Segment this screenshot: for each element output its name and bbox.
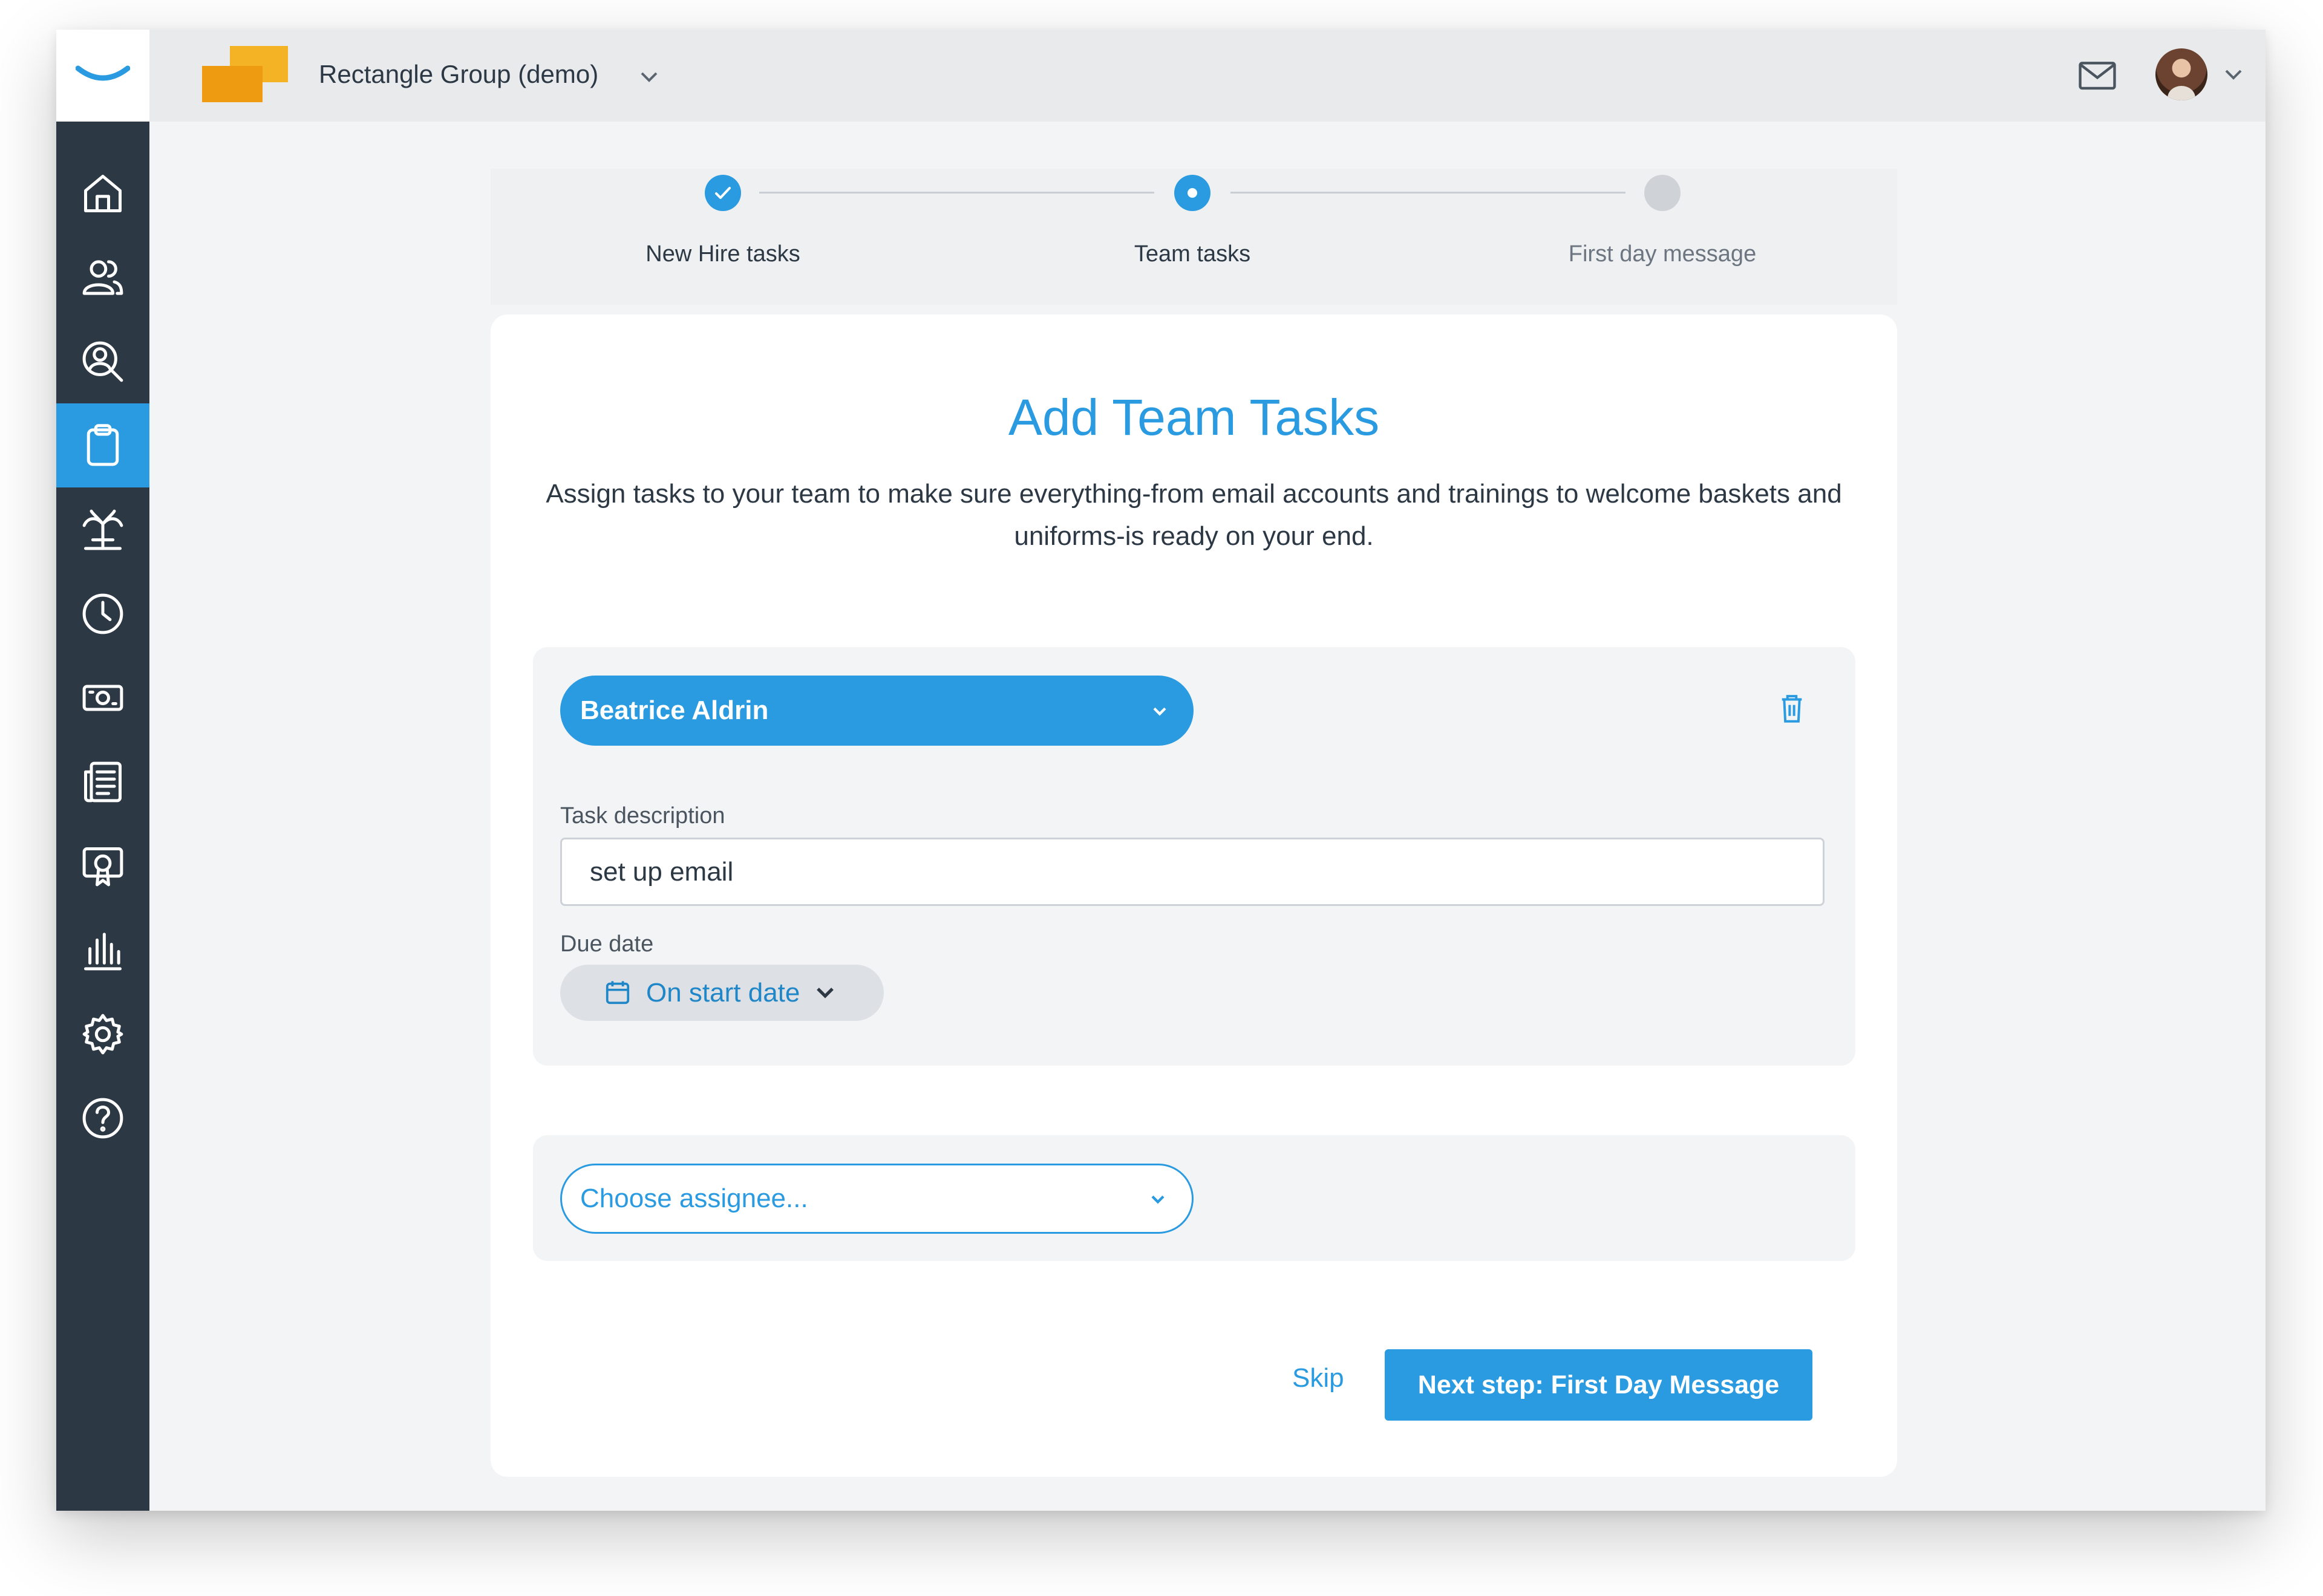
- avatar[interactable]: [2155, 48, 2207, 100]
- step-done-indicator: [705, 175, 741, 211]
- task-description-label: Task description: [560, 803, 725, 829]
- sidebar-item-help[interactable]: [56, 1076, 149, 1160]
- sidebar-item-reports[interactable]: [56, 908, 149, 992]
- sidebar-item-documents[interactable]: [56, 740, 149, 824]
- reports-icon: [84, 932, 122, 970]
- choose-assignee-select[interactable]: Choose assignee...: [560, 1164, 1194, 1234]
- team-tasks-card: Add Team Tasks Assign tasks to your team…: [491, 314, 1897, 1477]
- company-logo[interactable]: [202, 43, 290, 103]
- step-current-indicator: [1174, 175, 1211, 211]
- step-todo-indicator: [1644, 175, 1681, 211]
- step-connector: [759, 192, 1154, 194]
- next-step-button[interactable]: Next step: First Day Message: [1385, 1349, 1812, 1421]
- skip-link[interactable]: Skip: [1292, 1363, 1344, 1394]
- due-date-value: On start date: [646, 978, 800, 1008]
- recruiting-icon: [82, 341, 123, 382]
- check-icon: [715, 187, 731, 199]
- assignee-value: Beatrice Aldrin: [580, 695, 769, 725]
- sidebar: [56, 30, 149, 1511]
- chevron-down-icon: [817, 988, 834, 998]
- sidebar-item-time-off[interactable]: [56, 487, 149, 572]
- smile-logo-icon: [76, 65, 130, 81]
- certificate-icon: [82, 847, 123, 886]
- assignee-select[interactable]: Beatrice Aldrin: [560, 676, 1194, 746]
- sidebar-item-recruiting[interactable]: [56, 319, 149, 403]
- due-date-select[interactable]: On start date: [560, 965, 884, 1021]
- sidebar-item-onboarding[interactable]: [56, 403, 149, 487]
- help-icon: [82, 1098, 123, 1138]
- chevron-down-icon: [1153, 707, 1166, 716]
- new-task-item: Choose assignee...: [533, 1135, 1855, 1261]
- app-logo[interactable]: [56, 30, 149, 122]
- step-label-first-day[interactable]: First day message: [1481, 241, 1844, 267]
- step-label-new-hire[interactable]: New Hire tasks: [541, 241, 904, 267]
- sidebar-item-people[interactable]: [56, 235, 149, 319]
- payroll-icon: [82, 685, 123, 711]
- chevron-down-icon: [1151, 1195, 1165, 1204]
- settings-icon: [82, 1014, 123, 1054]
- sidebar-item-payroll[interactable]: [56, 656, 149, 740]
- sidebar-item-training[interactable]: [56, 824, 149, 908]
- clock-icon: [82, 593, 123, 634]
- due-date-label: Due date: [560, 931, 654, 957]
- onboarding-clipboard-icon: [87, 423, 119, 466]
- company-switcher-name[interactable]: Rectangle Group (demo): [319, 59, 598, 90]
- documents-icon: [84, 761, 122, 802]
- page-title: Add Team Tasks: [1008, 389, 1380, 446]
- time-off-icon: [82, 509, 123, 550]
- people-icon: [82, 259, 123, 295]
- calendar-icon: [606, 981, 630, 1005]
- task-item: Beatrice Aldrin Task description set up …: [533, 647, 1855, 1066]
- step-connector: [1230, 192, 1625, 194]
- mail-icon[interactable]: [2076, 54, 2119, 96]
- top-bar: Rectangle Group (demo): [149, 30, 2266, 122]
- app-window: Rectangle Group (demo) New Hire tasks Te…: [56, 30, 2266, 1511]
- trash-icon[interactable]: [1774, 691, 1809, 726]
- home-icon: [84, 174, 122, 212]
- chevron-down-icon[interactable]: [637, 65, 661, 89]
- chevron-down-icon[interactable]: [2221, 62, 2246, 86]
- page-description: Assign tasks to your team to make sure e…: [546, 479, 1842, 551]
- sidebar-item-home[interactable]: [56, 151, 149, 235]
- sidebar-item-settings[interactable]: [56, 992, 149, 1076]
- assignee-placeholder: Choose assignee...: [580, 1184, 808, 1213]
- step-label-team-tasks[interactable]: Team tasks: [1011, 241, 1374, 267]
- sidebar-item-time-tracking[interactable]: [56, 572, 149, 656]
- task-description-input[interactable]: set up email: [560, 838, 1825, 906]
